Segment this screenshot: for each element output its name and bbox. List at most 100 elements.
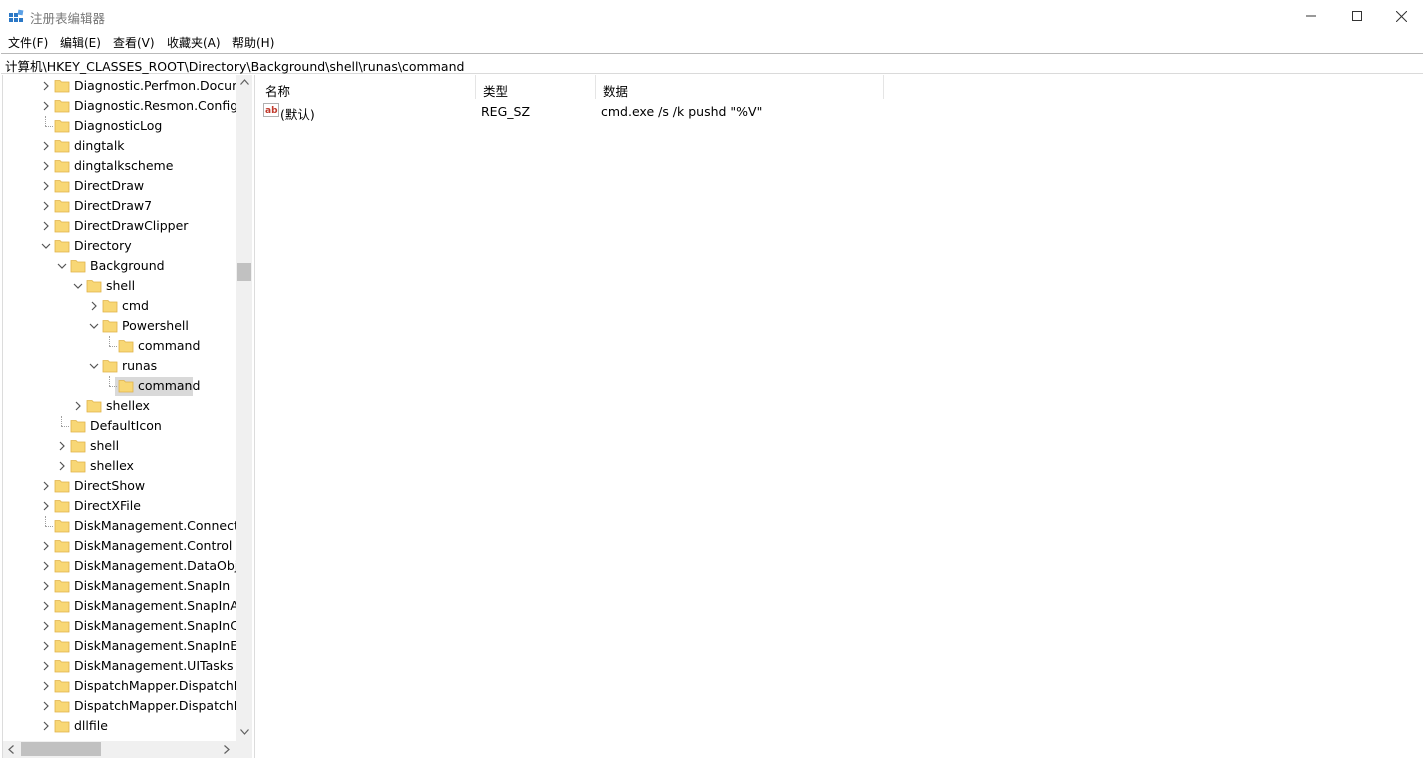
tree-item[interactable]: shellex (3, 456, 236, 476)
folder-icon (86, 400, 102, 413)
chevron-right-icon[interactable] (41, 561, 51, 571)
tree-item[interactable]: DiagnosticLog (3, 116, 236, 136)
chevron-right-icon[interactable] (41, 201, 51, 211)
folder-icon (70, 440, 86, 453)
tree-item[interactable]: DiskManagement.SnapInComponent (3, 616, 236, 636)
tree-item[interactable]: command (3, 336, 236, 356)
tree-item[interactable]: DiskManagement.Connection (3, 516, 236, 536)
tree-item[interactable]: shell (3, 276, 236, 296)
chevron-right-icon[interactable] (41, 601, 51, 611)
chevron-right-icon[interactable] (41, 481, 51, 491)
chevron-right-icon[interactable] (89, 301, 99, 311)
chevron-right-icon[interactable] (41, 721, 51, 731)
tree-item[interactable]: DirectDraw (3, 176, 236, 196)
tree-item[interactable]: dllfile (3, 716, 236, 736)
menu-help[interactable]: 帮助(H) (232, 34, 274, 51)
chevron-down-icon[interactable] (41, 241, 51, 251)
tree-item-label: DiskManagement.UITasks (74, 658, 234, 673)
chevron-right-icon[interactable] (41, 101, 51, 111)
chevron-right-icon[interactable] (41, 681, 51, 691)
chevron-right-icon[interactable] (41, 501, 51, 511)
tree-item[interactable]: DiskManagement.SnapIn (3, 576, 236, 596)
tree-item[interactable]: DirectDrawClipper (3, 216, 236, 236)
tree-item[interactable]: runas (3, 356, 236, 376)
chevron-right-icon[interactable] (41, 701, 51, 711)
tree-item-label: Diagnostic.Resmon.Config (74, 98, 236, 113)
scroll-right-icon[interactable] (224, 745, 230, 754)
chevron-right-icon[interactable] (41, 641, 51, 651)
tree-item-label: DiskManagement.SnapInExtension (74, 638, 236, 653)
chevron-right-icon[interactable] (41, 221, 51, 231)
tree-horizontal-scrollbar[interactable] (3, 741, 236, 758)
chevron-down-icon[interactable] (89, 321, 99, 331)
column-header-name[interactable]: 名称 (258, 75, 476, 99)
chevron-right-icon[interactable] (41, 581, 51, 591)
address-path[interactable]: 计算机\HKEY_CLASSES_ROOT\Directory\Backgrou… (5, 56, 464, 75)
maximize-button[interactable] (1334, 0, 1380, 32)
chevron-right-icon[interactable] (57, 461, 67, 471)
tree-vertical-scrollbar[interactable] (236, 75, 252, 741)
tree-item[interactable]: Background (3, 256, 236, 276)
tree-item-selected[interactable]: command (3, 376, 236, 396)
chevron-right-icon[interactable] (41, 621, 51, 631)
tree-item[interactable]: DirectDraw7 (3, 196, 236, 216)
minimize-button[interactable] (1288, 0, 1334, 32)
folder-icon (86, 280, 102, 293)
tree-item[interactable]: DirectShow (3, 476, 236, 496)
chevron-right-icon[interactable] (73, 401, 83, 411)
folder-icon (54, 620, 70, 633)
chevron-right-icon[interactable] (57, 441, 67, 451)
menu-view[interactable]: 查看(V) (113, 34, 155, 51)
window-title: 注册表编辑器 (30, 11, 106, 26)
chevron-right-icon[interactable] (41, 161, 51, 171)
column-header-data[interactable]: 数据 (596, 75, 884, 99)
tree-item[interactable]: DispatchMapper.DispatchMapper (3, 676, 236, 696)
tree-guide-line (45, 116, 46, 126)
tree-item[interactable]: DiskManagement.DataObject (3, 556, 236, 576)
tree-item[interactable]: DefaultIcon (3, 416, 236, 436)
tree-item[interactable]: Diagnostic.Perfmon.Document (3, 76, 236, 96)
tree-item[interactable]: cmd (3, 296, 236, 316)
chevron-down-icon[interactable] (57, 261, 67, 271)
chevron-right-icon[interactable] (41, 141, 51, 151)
tree-item-label: Powershell (122, 318, 189, 333)
tree-item[interactable]: DiskManagement.SnapInAbout (3, 596, 236, 616)
scroll-left-icon[interactable] (8, 745, 14, 754)
chevron-right-icon[interactable] (41, 661, 51, 671)
scroll-down-icon[interactable] (240, 729, 249, 735)
menu-favorites[interactable]: 收藏夹(A) (167, 34, 221, 51)
value-type: REG_SZ (481, 104, 531, 119)
tree-item[interactable]: Diagnostic.Resmon.Config (3, 96, 236, 116)
chevron-down-icon[interactable] (73, 281, 83, 291)
pane-splitter[interactable] (254, 75, 257, 758)
chevron-right-icon[interactable] (41, 181, 51, 191)
tree-item[interactable]: shell (3, 436, 236, 456)
tree-item[interactable]: dingtalk (3, 136, 236, 156)
folder-icon (118, 380, 134, 393)
address-bar[interactable]: 计算机\HKEY_CLASSES_ROOT\Directory\Backgrou… (1, 53, 1423, 74)
tree-item[interactable]: DiskManagement.SnapInExtension (3, 636, 236, 656)
tree-item[interactable]: dingtalkscheme (3, 156, 236, 176)
menu-file[interactable]: 文件(F) (8, 34, 48, 51)
scroll-up-icon[interactable] (240, 79, 249, 85)
tree-item[interactable]: shellex (3, 396, 236, 416)
close-button[interactable] (1378, 0, 1424, 32)
folder-icon (54, 80, 70, 93)
chevron-right-icon[interactable] (41, 81, 51, 91)
chevron-down-icon[interactable] (89, 361, 99, 371)
tree-item[interactable]: Directory (3, 236, 236, 256)
tree-item[interactable]: DiskManagement.Control (3, 536, 236, 556)
tree-item[interactable]: DispatchMapper.DispatchMapper.1 (3, 696, 236, 716)
tree-item[interactable]: DiskManagement.UITasks (3, 656, 236, 676)
tree-vertical-scroll-thumb[interactable] (237, 263, 251, 281)
value-row[interactable]: ab (默认) REG_SZ cmd.exe /s /k pushd "%V" (258, 101, 1158, 122)
menu-edit[interactable]: 编辑(E) (60, 34, 101, 51)
folder-icon (54, 560, 70, 573)
tree-item[interactable]: Powershell (3, 316, 236, 336)
svg-text:ab: ab (265, 106, 278, 116)
folder-icon (54, 540, 70, 553)
tree-item[interactable]: DirectXFile (3, 496, 236, 516)
column-header-type[interactable]: 类型 (476, 75, 596, 99)
tree-horizontal-scroll-thumb[interactable] (21, 742, 101, 756)
chevron-right-icon[interactable] (41, 541, 51, 551)
